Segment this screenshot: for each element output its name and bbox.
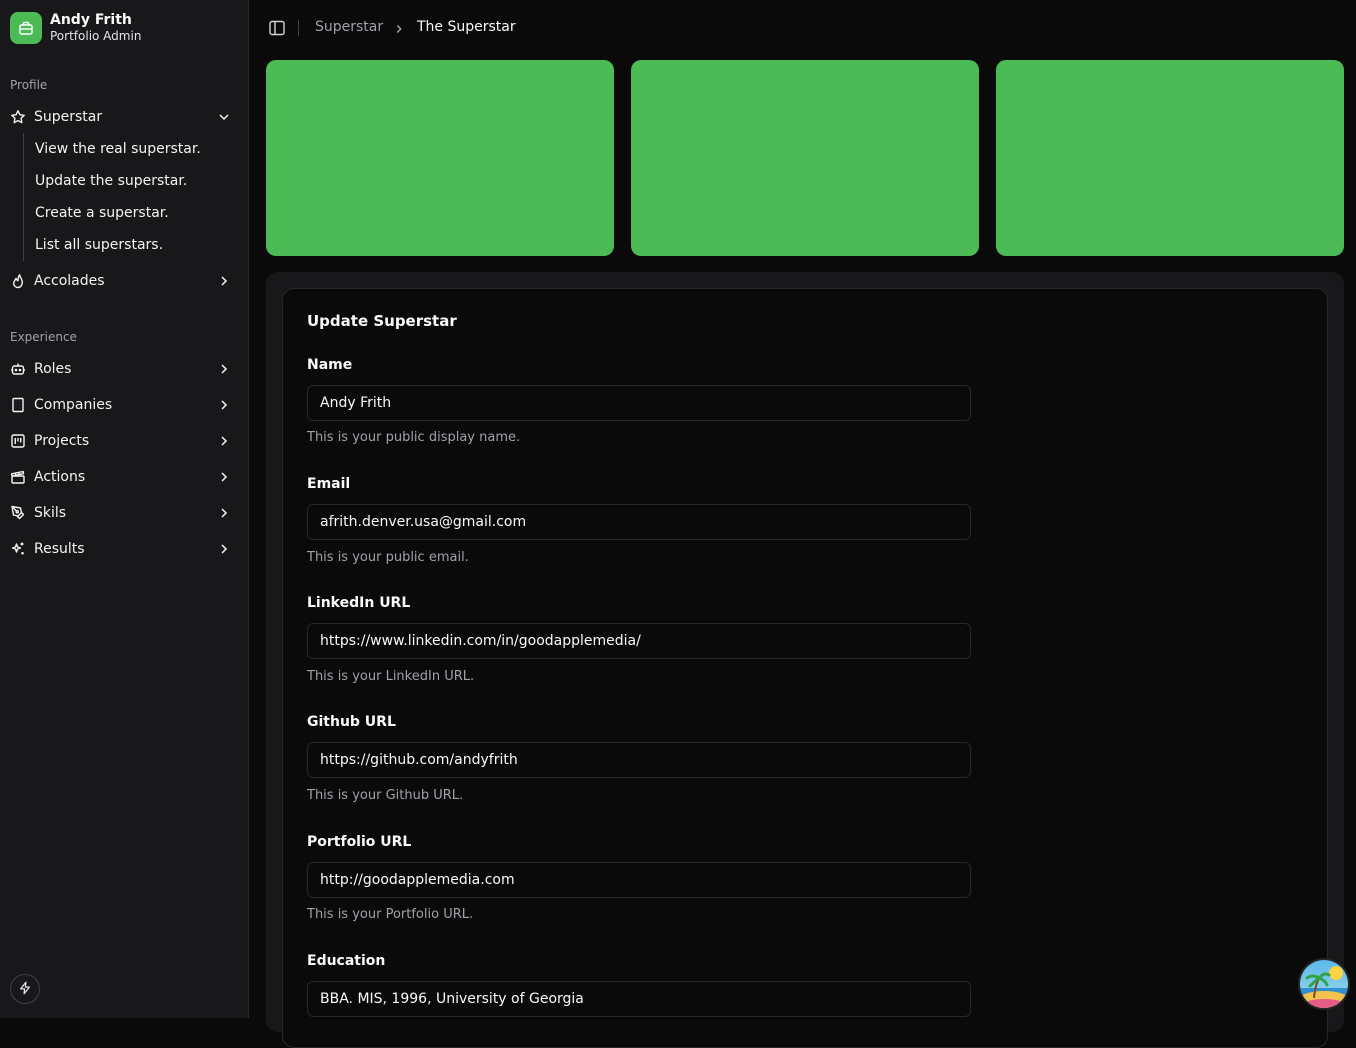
island-avatar-icon[interactable] (1300, 960, 1348, 1008)
education-field[interactable] (307, 981, 971, 1017)
sidebar-item-label: Accolades (34, 273, 105, 289)
github-url-field[interactable] (307, 742, 971, 778)
chevron-down-icon (216, 109, 232, 125)
sidebar: Andy Frith Portfolio Admin Profile Super… (0, 0, 249, 1018)
sidebar-item-accolades[interactable]: Accolades (8, 265, 240, 297)
sidebar-item-companies[interactable]: Companies (8, 389, 240, 421)
summary-card-2 (631, 60, 979, 256)
name-label: Name (307, 357, 353, 373)
pen-tool-icon (10, 505, 26, 521)
sidebar-toggle-icon[interactable] (268, 19, 286, 37)
sidebar-item-label: Roles (34, 361, 72, 377)
clapperboard-icon (10, 469, 26, 485)
github-label: Github URL (307, 714, 396, 730)
form-title: Update Superstar (307, 312, 457, 330)
sidebar-item-results[interactable]: Results (8, 533, 240, 565)
flame-icon (10, 273, 26, 289)
submenu-view-superstar[interactable]: View the real superstar. (27, 135, 227, 163)
sidebar-item-label: Results (34, 541, 85, 557)
breadcrumb-superstar[interactable]: Superstar (315, 19, 383, 35)
summary-card-1 (266, 60, 614, 256)
email-label: Email (307, 476, 351, 492)
bot-icon (10, 361, 26, 377)
sidebar-item-actions[interactable]: Actions (8, 461, 240, 493)
email-field[interactable] (307, 504, 971, 540)
portfolio-label: Portfolio URL (307, 834, 412, 850)
submenu-create-superstar[interactable]: Create a superstar. (27, 199, 227, 227)
github-help: This is your Github URL. (307, 788, 464, 803)
chevron-right-icon (392, 21, 406, 35)
top-header (250, 0, 1356, 56)
brand-subtitle: Portfolio Admin (50, 29, 142, 43)
chevron-right-icon (216, 505, 232, 521)
name-help: This is your public display name. (307, 430, 521, 445)
header-divider (298, 20, 299, 36)
group-label-profile: Profile (10, 78, 48, 92)
sidebar-item-skils[interactable]: Skils (8, 497, 240, 529)
submenu-update-superstar[interactable]: Update the superstar. (27, 167, 227, 195)
sparkles-icon (10, 541, 26, 557)
building-icon (10, 397, 26, 413)
sidebar-item-label: Projects (34, 433, 90, 449)
chevron-right-icon (216, 273, 232, 289)
linkedin-url-field[interactable] (307, 623, 971, 659)
portfolio-help: This is your Portfolio URL. (307, 907, 474, 922)
summary-card-3 (996, 60, 1344, 256)
linkedin-label: LinkedIn URL (307, 595, 411, 611)
sidebar-item-superstar[interactable]: Superstar (8, 101, 240, 133)
linkedin-help: This is your LinkedIn URL. (307, 669, 475, 684)
group-label-experience: Experience (10, 330, 77, 344)
submenu-list-superstars[interactable]: List all superstars. (27, 231, 227, 259)
briefcase-icon (10, 12, 42, 44)
sidebar-item-roles[interactable]: Roles (8, 353, 240, 385)
sidebar-item-label: Skils (34, 505, 67, 521)
chevron-right-icon (216, 397, 232, 413)
lightning-icon (18, 980, 32, 999)
star-icon (10, 109, 26, 125)
sidebar-item-label: Superstar (34, 109, 103, 125)
chevron-right-icon (216, 469, 232, 485)
name-field[interactable] (307, 385, 971, 421)
sidebar-item-label: Actions (34, 469, 86, 485)
superstar-submenu: View the real superstar. Update the supe… (23, 133, 234, 261)
sidebar-item-label: Companies (34, 397, 113, 413)
lightning-button[interactable] (10, 974, 40, 1004)
email-help: This is your public email. (307, 550, 469, 565)
breadcrumb-current-page: The Superstar (417, 19, 516, 35)
education-label: Education (307, 953, 386, 969)
sidebar-item-projects[interactable]: Projects (8, 425, 240, 457)
kanban-icon (10, 433, 26, 449)
chevron-right-icon (216, 433, 232, 449)
chevron-right-icon (216, 541, 232, 557)
portfolio-url-field[interactable] (307, 862, 971, 898)
chevron-right-icon (216, 361, 232, 377)
brand[interactable]: Andy Frith Portfolio Admin (10, 12, 141, 44)
brand-name: Andy Frith (50, 12, 132, 28)
